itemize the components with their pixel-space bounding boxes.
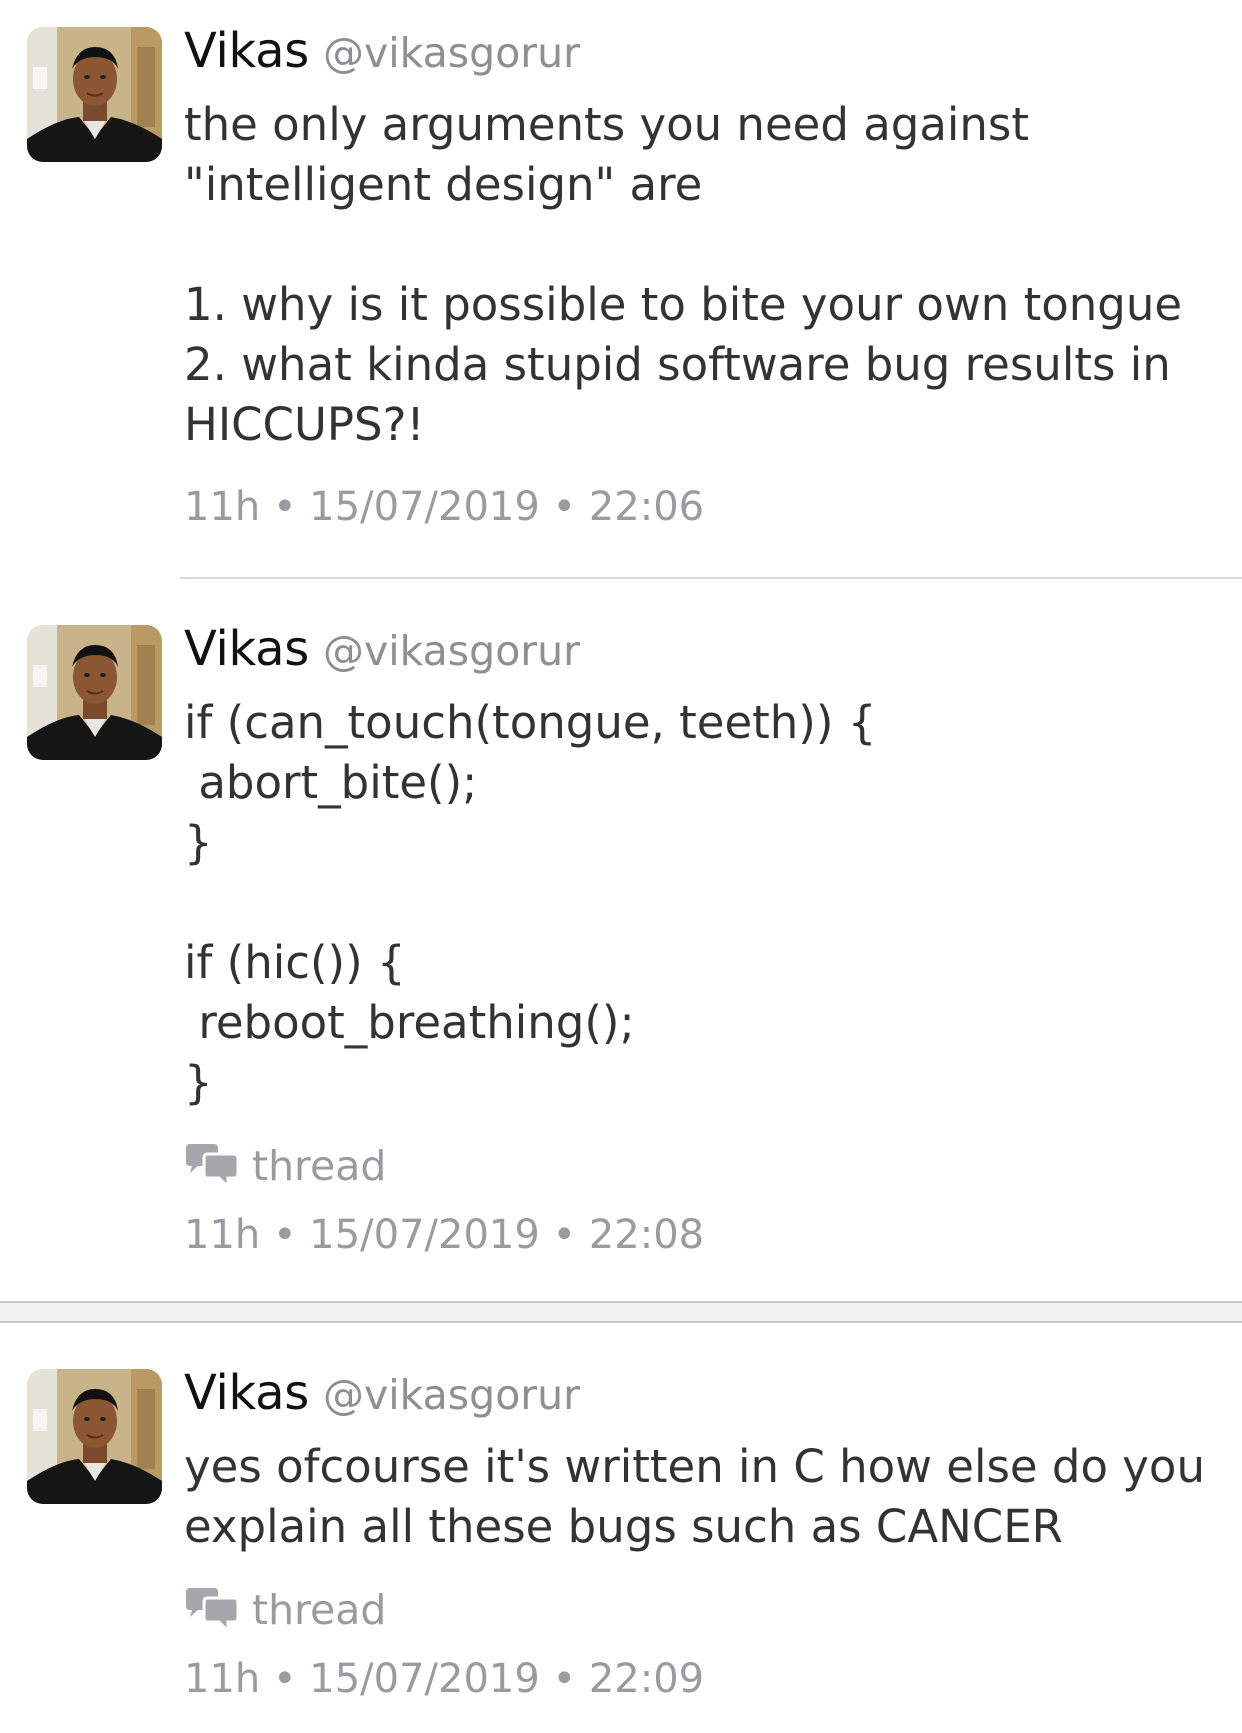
tweet-text: the only arguments you need against "int… bbox=[184, 98, 1183, 451]
thread-link[interactable]: thread bbox=[184, 1575, 1222, 1645]
author-handle[interactable]: @vikasgorur bbox=[323, 1371, 580, 1419]
author-name[interactable]: Vikas bbox=[184, 1365, 309, 1421]
tweet-header: Vikas @vikasgorur bbox=[184, 23, 1222, 95]
tweet-timestamp: 11h • 15/07/2019 • 22:09 bbox=[184, 1656, 705, 1702]
tweet-text: if (can_touch(tongue, teeth)) { abort_bi… bbox=[184, 696, 877, 1109]
thread-link[interactable]: thread bbox=[184, 1131, 1222, 1201]
tweet-text: yes ofcourse it's written in C how else … bbox=[184, 1440, 1205, 1553]
thread-label: thread bbox=[252, 1142, 387, 1190]
tweet-timestamp: 11h • 15/07/2019 • 22:08 bbox=[184, 1212, 705, 1258]
thread-label: thread bbox=[252, 1586, 387, 1634]
tweet-timestamp: 11h • 15/07/2019 • 22:06 bbox=[184, 484, 705, 530]
tweet-header: Vikas @vikasgorur bbox=[184, 1365, 1222, 1437]
avatar-photo bbox=[27, 27, 162, 162]
author-name[interactable]: Vikas bbox=[184, 621, 309, 677]
avatar-photo bbox=[27, 1369, 162, 1504]
avatar-photo bbox=[27, 625, 162, 760]
author-name[interactable]: Vikas bbox=[184, 23, 309, 79]
author-handle[interactable]: @vikasgorur bbox=[323, 29, 580, 77]
speech-bubbles-icon bbox=[184, 1142, 240, 1190]
author-handle[interactable]: @vikasgorur bbox=[323, 627, 580, 675]
avatar[interactable] bbox=[27, 625, 162, 760]
tweet-header: Vikas @vikasgorur bbox=[184, 621, 1222, 693]
avatar[interactable] bbox=[27, 1369, 162, 1504]
divider bbox=[180, 577, 1242, 579]
avatar[interactable] bbox=[27, 27, 162, 162]
section-divider bbox=[0, 1301, 1242, 1323]
speech-bubbles-icon bbox=[184, 1586, 240, 1634]
